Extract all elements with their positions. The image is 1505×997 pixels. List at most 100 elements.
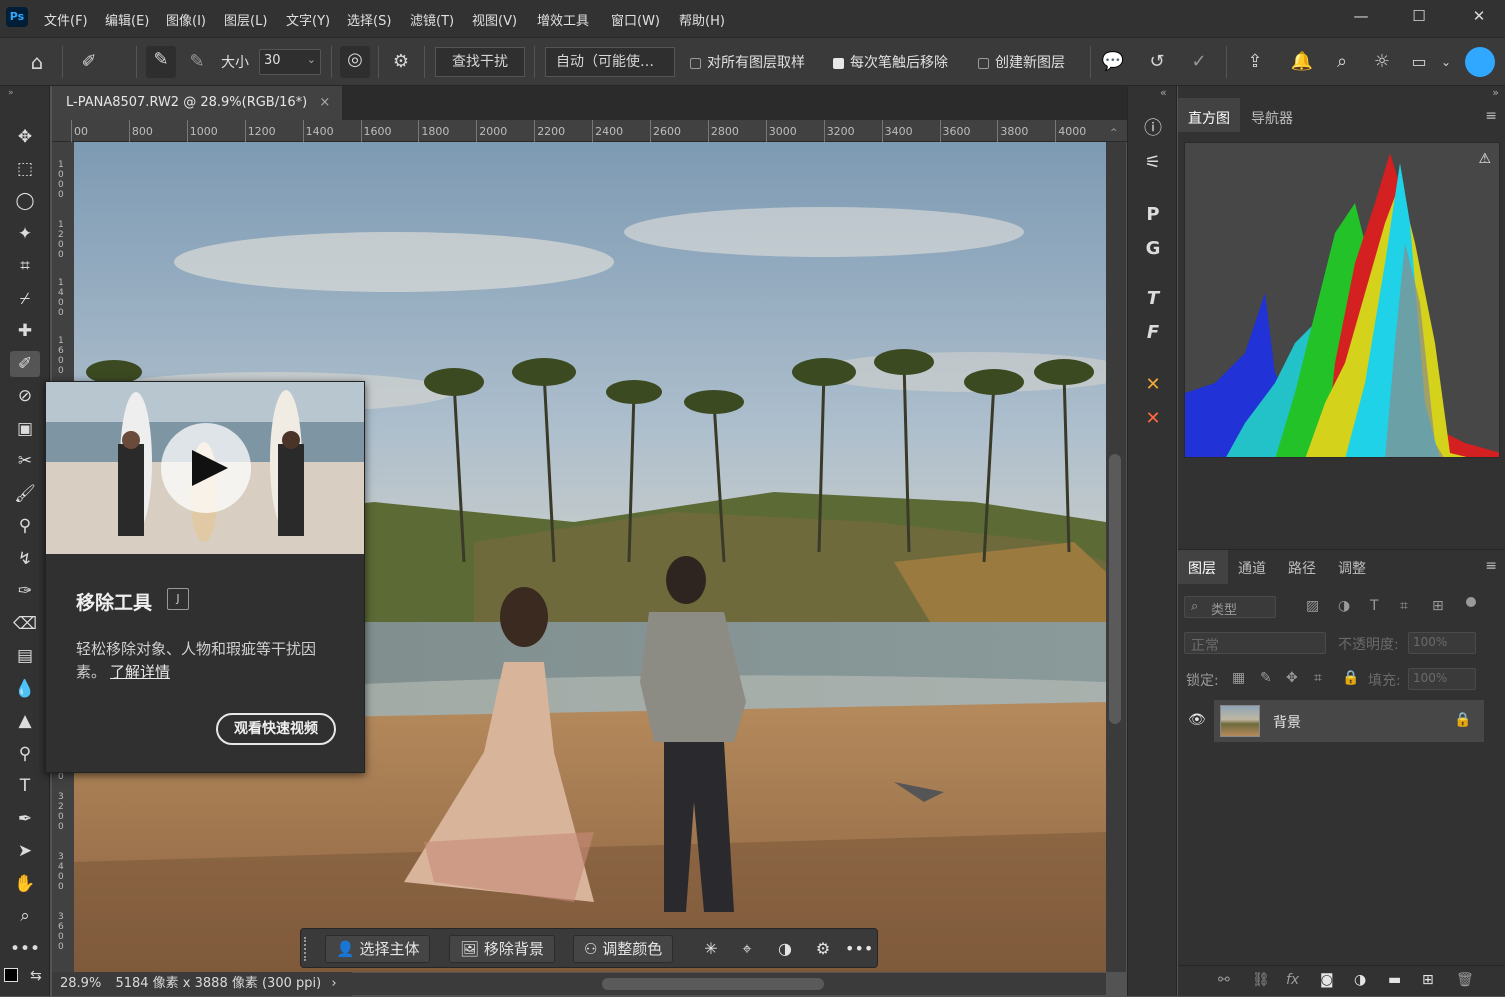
- spot-healing-icon[interactable]: ✚: [10, 318, 40, 344]
- plugin-g-icon[interactable]: G: [1136, 234, 1170, 264]
- dodge-tool-icon[interactable]: ⚲: [10, 741, 40, 767]
- generative-icon[interactable]: ✳: [697, 935, 725, 963]
- clone-stamp-icon[interactable]: ⚲: [10, 513, 40, 539]
- checkmark-icon[interactable]: ✓: [1184, 48, 1214, 76]
- lock-pixels-icon[interactable]: ✎: [1260, 670, 1272, 686]
- menu-file[interactable]: 文件(F): [44, 10, 88, 29]
- workspace-icon[interactable]: ▭: [1404, 48, 1434, 76]
- new-layer-icon[interactable]: ⊞: [1422, 972, 1434, 988]
- tab-layers[interactable]: 图层: [1188, 558, 1216, 578]
- gear-icon[interactable]: ⚙: [388, 48, 414, 76]
- info-icon[interactable]: ⓘ: [1136, 114, 1170, 144]
- remove-tool-icon[interactable]: ✐: [10, 351, 40, 377]
- menu-type[interactable]: 文字(Y): [286, 10, 330, 29]
- eraser-icon[interactable]: ⌫: [10, 611, 40, 637]
- bell-icon[interactable]: 🔔: [1287, 48, 1317, 76]
- adjust-color-button[interactable]: ⚇ 调整颜色: [573, 935, 674, 963]
- tab-navigator[interactable]: 导航器: [1251, 108, 1293, 128]
- filter-type-icon[interactable]: T: [1370, 598, 1379, 614]
- plugin-p-icon[interactable]: P: [1136, 200, 1170, 230]
- filter-pixel-icon[interactable]: ▨: [1306, 598, 1319, 614]
- menu-select[interactable]: 选择(S): [347, 10, 391, 29]
- learn-more-link[interactable]: 了解详情: [110, 663, 170, 681]
- more-options-icon[interactable]: •••: [845, 935, 873, 963]
- fill-field[interactable]: 100%: [1408, 668, 1476, 690]
- opacity-field[interactable]: 100%: [1408, 632, 1476, 654]
- lock-all-icon[interactable]: 🔒: [1342, 670, 1359, 686]
- home-icon[interactable]: ⌂: [22, 48, 52, 76]
- tab-channels[interactable]: 通道: [1238, 558, 1266, 578]
- menu-edit[interactable]: 编辑(E): [105, 10, 149, 29]
- select-subject-button[interactable]: 👤 选择主体: [325, 935, 431, 963]
- pressure-size-icon[interactable]: ◎: [340, 46, 370, 78]
- collapse-icon[interactable]: »: [8, 88, 14, 98]
- type-tool-icon[interactable]: T: [10, 773, 40, 799]
- find-distractions-button[interactable]: 查找干扰: [435, 47, 525, 77]
- status-arrow-icon[interactable]: ›: [331, 976, 336, 991]
- feedback-icon[interactable]: 💬: [1098, 48, 1128, 76]
- scrollbar-thumb[interactable]: [1109, 454, 1121, 724]
- search-icon[interactable]: ⌕: [1327, 48, 1357, 76]
- collapse-icon[interactable]: «: [1160, 86, 1167, 99]
- menu-layer[interactable]: 图层(L): [224, 10, 267, 29]
- link-layers-icon[interactable]: ⚯: [1218, 972, 1230, 988]
- zoom-level[interactable]: 28.9%: [60, 976, 101, 991]
- brush-tool-icon[interactable]: 🖌: [10, 481, 40, 507]
- brush-add-icon[interactable]: ✎: [146, 46, 176, 78]
- share-icon[interactable]: ⇪: [1240, 48, 1270, 76]
- warning-icon[interactable]: ⚠: [1478, 151, 1491, 167]
- remove-tool-preset-icon[interactable]: ✐: [72, 48, 106, 76]
- scroll-up-icon[interactable]: ^: [1110, 128, 1118, 138]
- menu-help[interactable]: 帮助(H): [679, 10, 725, 29]
- layer-filter-select[interactable]: ⌕ 类型: [1184, 596, 1276, 618]
- blur-tool-icon[interactable]: 💧: [10, 676, 40, 702]
- lasso-tool-icon[interactable]: ◯: [10, 188, 40, 214]
- blend-mode-select[interactable]: 正常: [1184, 632, 1326, 654]
- filter-smart-object-icon[interactable]: ⊞: [1432, 598, 1444, 614]
- more-tools-icon[interactable]: •••: [10, 936, 40, 962]
- content-aware-move-icon[interactable]: ✂: [10, 448, 40, 474]
- remove-after-stroke-checkbox[interactable]: 每次笔触后移除: [833, 52, 948, 72]
- lock-position-icon[interactable]: ✥: [1286, 670, 1298, 686]
- pen-tool-icon[interactable]: ✒: [10, 806, 40, 832]
- move-tool-icon[interactable]: ✥: [10, 124, 40, 150]
- trash-icon[interactable]: 🗑: [1456, 972, 1474, 988]
- transform-icon[interactable]: ⌖: [733, 935, 761, 963]
- sample-all-layers-checkbox[interactable]: 对所有图层取样: [690, 52, 805, 72]
- eyedropper-icon[interactable]: ⌿: [10, 286, 40, 312]
- gradient-tool-icon[interactable]: ▤: [10, 643, 40, 669]
- plugin-x-color-icon[interactable]: ✕: [1136, 404, 1170, 434]
- close-icon[interactable]: ×: [319, 95, 330, 110]
- avatar[interactable]: [1465, 47, 1495, 77]
- menu-window[interactable]: 窗口(W): [611, 10, 660, 29]
- lightbulb-icon[interactable]: ☼: [1367, 48, 1397, 76]
- swap-colors-icon[interactable]: ⇆: [30, 968, 42, 984]
- zoom-tool-icon[interactable]: ⌕: [10, 903, 40, 929]
- remove-background-button[interactable]: 🖼 移除背景: [449, 935, 555, 963]
- eye-icon[interactable]: 👁: [1188, 712, 1206, 728]
- chain-icon[interactable]: ⛓: [1252, 972, 1270, 988]
- layer-name[interactable]: 背景: [1273, 712, 1301, 732]
- filter-toggle[interactable]: [1466, 597, 1476, 607]
- create-new-layer-checkbox[interactable]: 创建新图层: [978, 52, 1065, 72]
- menu-filter[interactable]: 滤镜(T): [410, 10, 454, 29]
- filter-adjustment-icon[interactable]: ◑: [1338, 598, 1350, 614]
- panel-menu-icon[interactable]: ≡: [1485, 108, 1497, 124]
- magic-wand-icon[interactable]: ✦: [10, 221, 40, 247]
- foreground-color-swatch[interactable]: [4, 968, 18, 982]
- sharpen-tool-icon[interactable]: ▲: [10, 708, 40, 734]
- mode-select[interactable]: 自动（可能使…: [545, 47, 675, 77]
- chevron-down-icon[interactable]: ⌄: [1436, 48, 1456, 76]
- close-window-button[interactable]: ✕: [1464, 4, 1494, 28]
- path-selection-icon[interactable]: ➤: [10, 838, 40, 864]
- brush-subtract-icon[interactable]: ✎: [184, 48, 210, 76]
- properties-icon[interactable]: ⚟: [1136, 148, 1170, 178]
- layer-mask-icon[interactable]: ◙: [1320, 972, 1334, 988]
- maximize-button[interactable]: ☐: [1404, 4, 1434, 28]
- fx-icon[interactable]: fx: [1286, 972, 1299, 988]
- glyphs-icon[interactable]: F: [1136, 318, 1170, 348]
- scrollbar-thumb[interactable]: [602, 978, 824, 990]
- drag-handle[interactable]: [304, 937, 310, 961]
- minimize-button[interactable]: —: [1346, 4, 1376, 28]
- menu-image[interactable]: 图像(I): [166, 10, 206, 29]
